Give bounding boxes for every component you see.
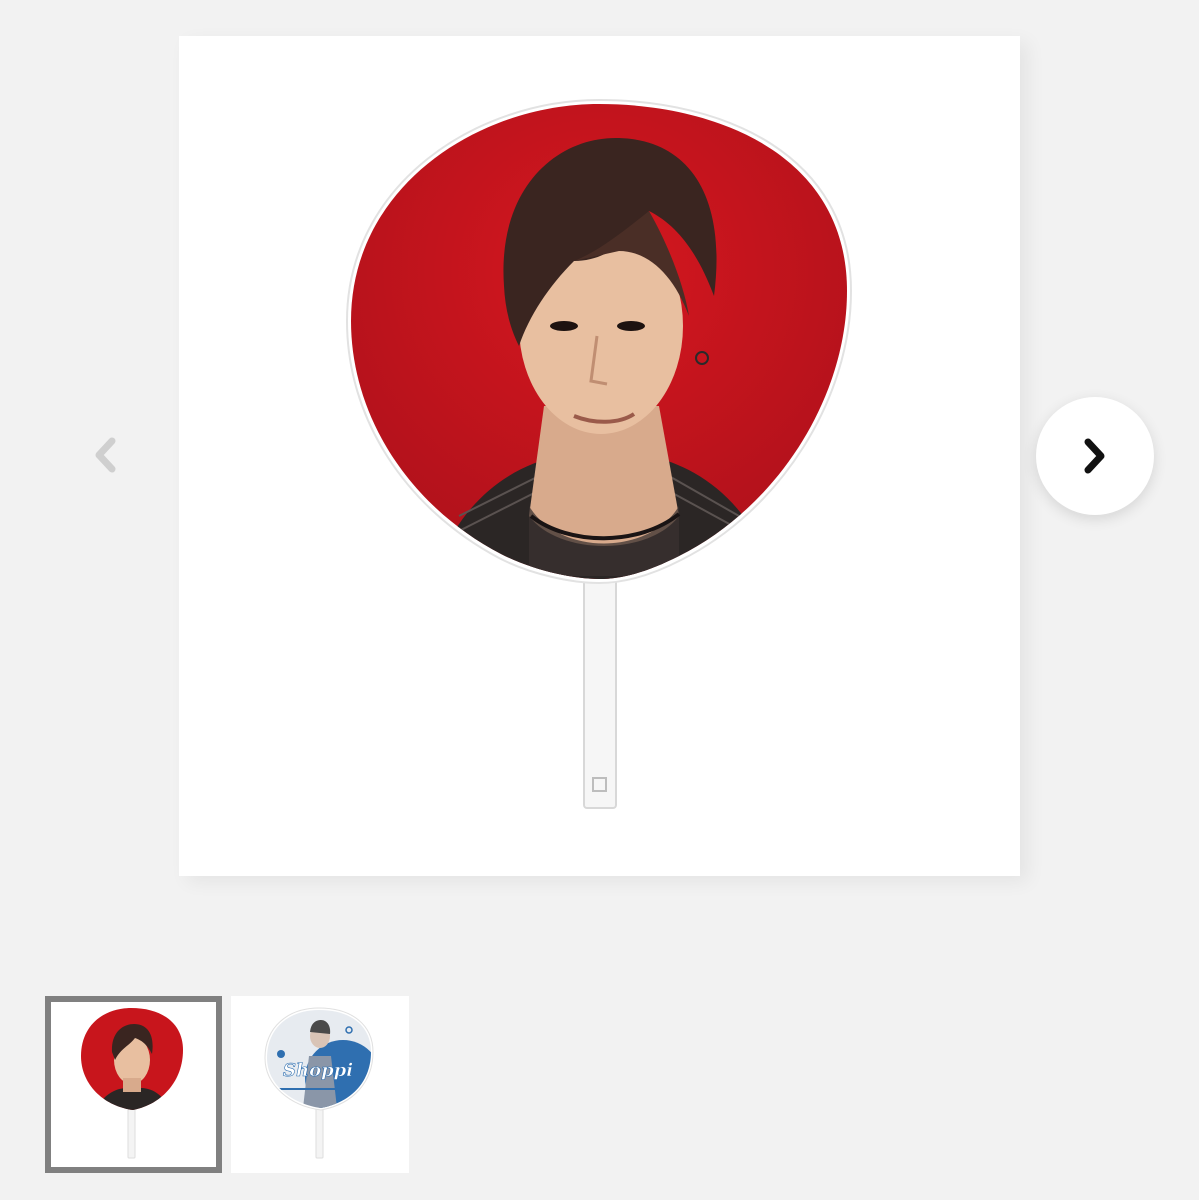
fan-handle xyxy=(583,573,617,809)
chevron-right-icon xyxy=(1084,438,1105,474)
main-product-image[interactable] xyxy=(179,36,1020,876)
thumbnail-red-fan-image xyxy=(81,1008,183,1159)
thumbnail-caption: Shoppi xyxy=(283,1060,353,1081)
thumbnail-1-selected[interactable] xyxy=(45,996,222,1173)
uchiwa-fan-image xyxy=(345,98,853,809)
chevron-left-icon xyxy=(95,437,116,473)
next-image-button[interactable] xyxy=(1036,397,1154,515)
product-image-gallery: Shoppi xyxy=(0,0,1199,1200)
thumbnail-2[interactable]: Shoppi xyxy=(231,996,409,1173)
previous-image-button[interactable] xyxy=(80,425,130,485)
thumbnail-blue-fan-image: Shoppi xyxy=(264,1007,374,1159)
